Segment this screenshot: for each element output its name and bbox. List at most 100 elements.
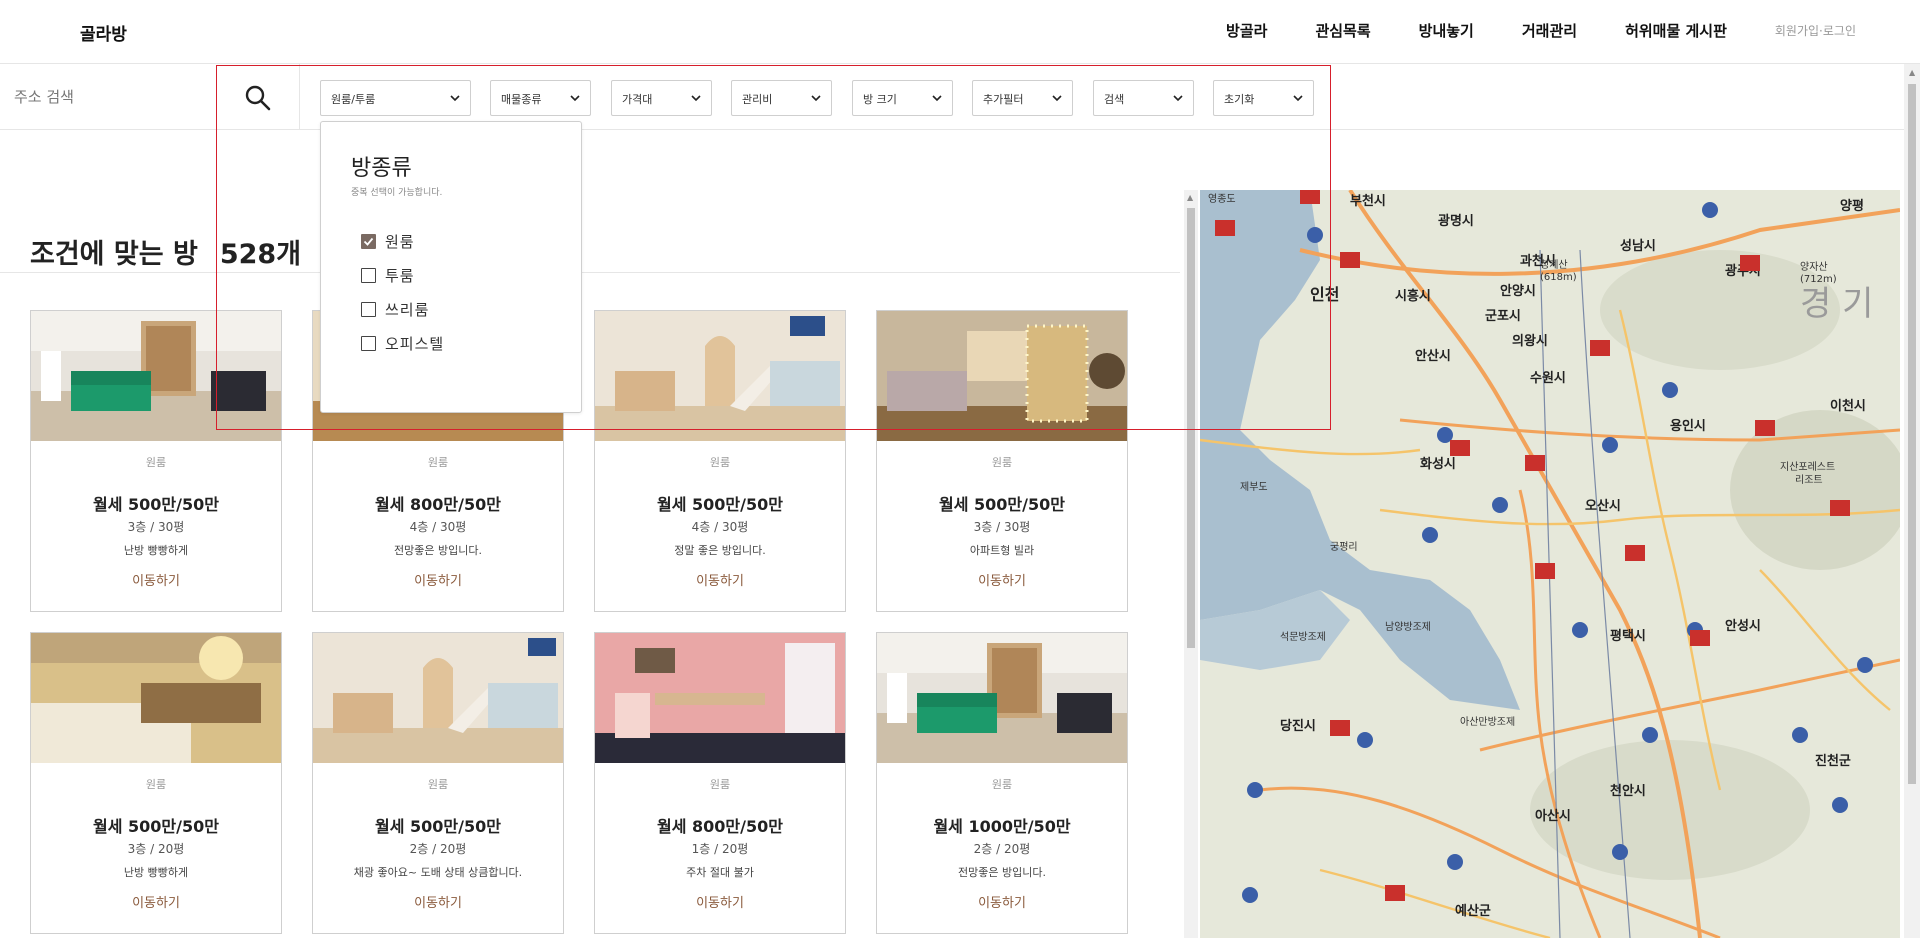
- svg-text:청계산: 청계산: [1540, 259, 1568, 271]
- search-icon[interactable]: [244, 84, 272, 112]
- listing-type: 원룸: [427, 456, 449, 469]
- filter-room-type[interactable]: 원룸/투룸: [320, 80, 471, 116]
- scrollbar-thumb[interactable]: [1187, 208, 1195, 648]
- svg-text:용인시: 용인시: [1670, 418, 1706, 434]
- listing-floor-area: 3층 / 30평: [973, 520, 1031, 534]
- svg-text:양자산: 양자산: [1800, 261, 1828, 273]
- listing-card[interactable]: 원룸 월세 1000만/50만 2층 / 20평 전망좋은 방입니다. 이동하기: [876, 632, 1128, 934]
- listing-floor-area: 2층 / 20평: [409, 842, 467, 856]
- checkbox-checked[interactable]: [361, 233, 376, 249]
- svg-text:천안시: 천안시: [1610, 783, 1646, 799]
- option-label: 투룸: [385, 266, 415, 285]
- page-scrollbar[interactable]: ▲: [1904, 64, 1920, 938]
- map-view[interactable]: 영종도 부천시 광명시 시흥시 과천시 성남시 광주시 인천 안양시 군포시 의…: [1200, 190, 1900, 938]
- checkbox[interactable]: [361, 267, 376, 283]
- address-search-input[interactable]: [14, 82, 234, 112]
- filter-label: 검색: [1104, 93, 1125, 106]
- svg-text:리조트: 리조트: [1795, 474, 1823, 486]
- svg-text:아산시: 아산시: [1535, 808, 1571, 824]
- listing-card[interactable]: 원룸 월세 500만/50만 2층 / 20평 채광 좋아요~ 도배 상태 상큼…: [312, 632, 564, 934]
- listing-floor-area: 4층 / 30평: [691, 520, 749, 534]
- checkbox[interactable]: [361, 301, 376, 317]
- go-to-listing-link[interactable]: 이동하기: [877, 570, 1127, 589]
- results-heading: 조건에 맞는 방 528개: [30, 232, 301, 271]
- svg-text:예산군: 예산군: [1455, 903, 1491, 919]
- checkbox[interactable]: [361, 335, 376, 351]
- listing-photo: [31, 633, 281, 763]
- filter-room-size[interactable]: 방 크기: [852, 80, 953, 116]
- svg-text:부천시: 부천시: [1350, 194, 1386, 209]
- go-to-listing-link[interactable]: 이동하기: [313, 892, 563, 911]
- svg-text:의왕시: 의왕시: [1512, 333, 1548, 349]
- chevron-down-icon: [932, 95, 942, 102]
- listing-card[interactable]: 원룸 월세 500만/50만 3층 / 20평 난방 빵빵하게 이동하기: [30, 632, 282, 934]
- listing-type: 원룸: [709, 456, 731, 469]
- go-to-listing-link[interactable]: 이동하기: [877, 892, 1127, 911]
- divider: [0, 272, 1180, 273]
- listing-price: 월세 800만/50만: [657, 817, 783, 836]
- signup-login-link[interactable]: 회원가입·로그인: [1775, 22, 1856, 39]
- filter-label: 추가필터: [983, 93, 1024, 106]
- filter-label: 초기화: [1224, 93, 1255, 106]
- option-officetel[interactable]: 오피스텔: [361, 333, 444, 353]
- scroll-up-arrow-icon[interactable]: ▲: [1909, 68, 1915, 77]
- listing-description: 채광 좋아요~ 도배 상태 상큼합니다.: [353, 866, 523, 879]
- listing-floor-area: 3층 / 30평: [127, 520, 185, 534]
- listing-description: 정말 좋은 방입니다.: [674, 544, 766, 557]
- chevron-down-icon: [450, 95, 460, 102]
- go-to-listing-link[interactable]: 이동하기: [595, 570, 845, 589]
- filter-maintenance-fee[interactable]: 관리비: [731, 80, 832, 116]
- nav-item-find-room[interactable]: 방골라: [1226, 20, 1267, 41]
- svg-text:궁평리: 궁평리: [1330, 541, 1358, 553]
- chevron-down-icon: [1173, 95, 1183, 102]
- room-type-dropdown: 방종류 중복 선택이 가능합니다. 원룸 투룸 쓰리룸 오피스텔: [320, 121, 582, 413]
- filter-label: 가격대: [622, 93, 653, 106]
- listing-type: 원룸: [709, 778, 731, 791]
- listing-price: 월세 500만/50만: [93, 495, 219, 514]
- option-threeroom[interactable]: 쓰리룸: [361, 299, 429, 319]
- listing-floor-area: 3층 / 20평: [127, 842, 185, 856]
- chevron-down-icon: [1052, 95, 1062, 102]
- listing-price: 월세 800만/50만: [375, 495, 501, 514]
- svg-text:수원시: 수원시: [1530, 371, 1566, 386]
- nav-item-false-listing-board[interactable]: 허위매물 게시판: [1625, 20, 1727, 41]
- top-navigation: 골라방 방골라 관심목록 방내놓기 거래관리 허위매물 게시판 회원가입·로그인: [0, 0, 1920, 64]
- svg-text:양평: 양평: [1840, 198, 1864, 214]
- nav-item-list-room[interactable]: 방내놓기: [1419, 20, 1474, 41]
- listing-price: 월세 500만/50만: [93, 817, 219, 836]
- main-menu: 방골라 관심목록 방내놓기 거래관리 허위매물 게시판 회원가입·로그인: [1178, 20, 1856, 41]
- filter-label: 방 크기: [863, 93, 897, 106]
- chevron-down-icon: [691, 95, 701, 102]
- go-to-listing-link[interactable]: 이동하기: [31, 892, 281, 911]
- svg-text:남양방조제: 남양방조제: [1385, 621, 1431, 633]
- listing-floor-area: 2층 / 20평: [973, 842, 1031, 856]
- filter-price-range[interactable]: 가격대: [611, 80, 712, 116]
- go-to-listing-link[interactable]: 이동하기: [595, 892, 845, 911]
- svg-text:아산만방조제: 아산만방조제: [1460, 716, 1515, 728]
- listing-card[interactable]: 원룸 월세 800만/50만 1층 / 20평 주차 절대 불가 이동하기: [594, 632, 846, 934]
- site-logo[interactable]: 골라방: [80, 20, 127, 45]
- option-oneroom[interactable]: 원룸: [361, 231, 415, 251]
- nav-item-transactions[interactable]: 거래관리: [1522, 20, 1577, 41]
- listing-card[interactable]: 원룸 월세 500만/50만 3층 / 30평 난방 빵빵하게 이동하기: [30, 310, 282, 612]
- list-scrollbar[interactable]: ▲: [1184, 190, 1198, 938]
- nav-item-favorites[interactable]: 관심목록: [1315, 20, 1370, 41]
- listing-card[interactable]: 원룸 월세 500만/50만 3층 / 30평 아파트형 빌라 이동하기: [876, 310, 1128, 612]
- go-to-listing-link[interactable]: 이동하기: [31, 570, 281, 589]
- listing-floor-area: 1층 / 20평: [691, 842, 749, 856]
- listing-photo: [595, 311, 845, 441]
- option-tworoom[interactable]: 투룸: [361, 265, 415, 285]
- go-to-listing-link[interactable]: 이동하기: [313, 570, 563, 589]
- scrollbar-thumb[interactable]: [1908, 84, 1916, 784]
- listing-card[interactable]: 원룸 월세 500만/50만 4층 / 30평 정말 좋은 방입니다. 이동하기: [594, 310, 846, 612]
- filter-additional[interactable]: 추가필터: [972, 80, 1073, 116]
- svg-text:화성시: 화성시: [1420, 456, 1456, 472]
- listing-photo: [313, 633, 563, 763]
- filter-listing-type[interactable]: 매물종류: [490, 80, 591, 116]
- filter-reset[interactable]: 초기화: [1213, 80, 1314, 116]
- filter-search[interactable]: 검색: [1093, 80, 1194, 116]
- svg-text:당진시: 당진시: [1280, 718, 1316, 734]
- scroll-up-arrow-icon[interactable]: ▲: [1187, 193, 1193, 202]
- svg-text:안양시: 안양시: [1500, 283, 1536, 299]
- filter-label: 원룸/투룸: [331, 93, 376, 106]
